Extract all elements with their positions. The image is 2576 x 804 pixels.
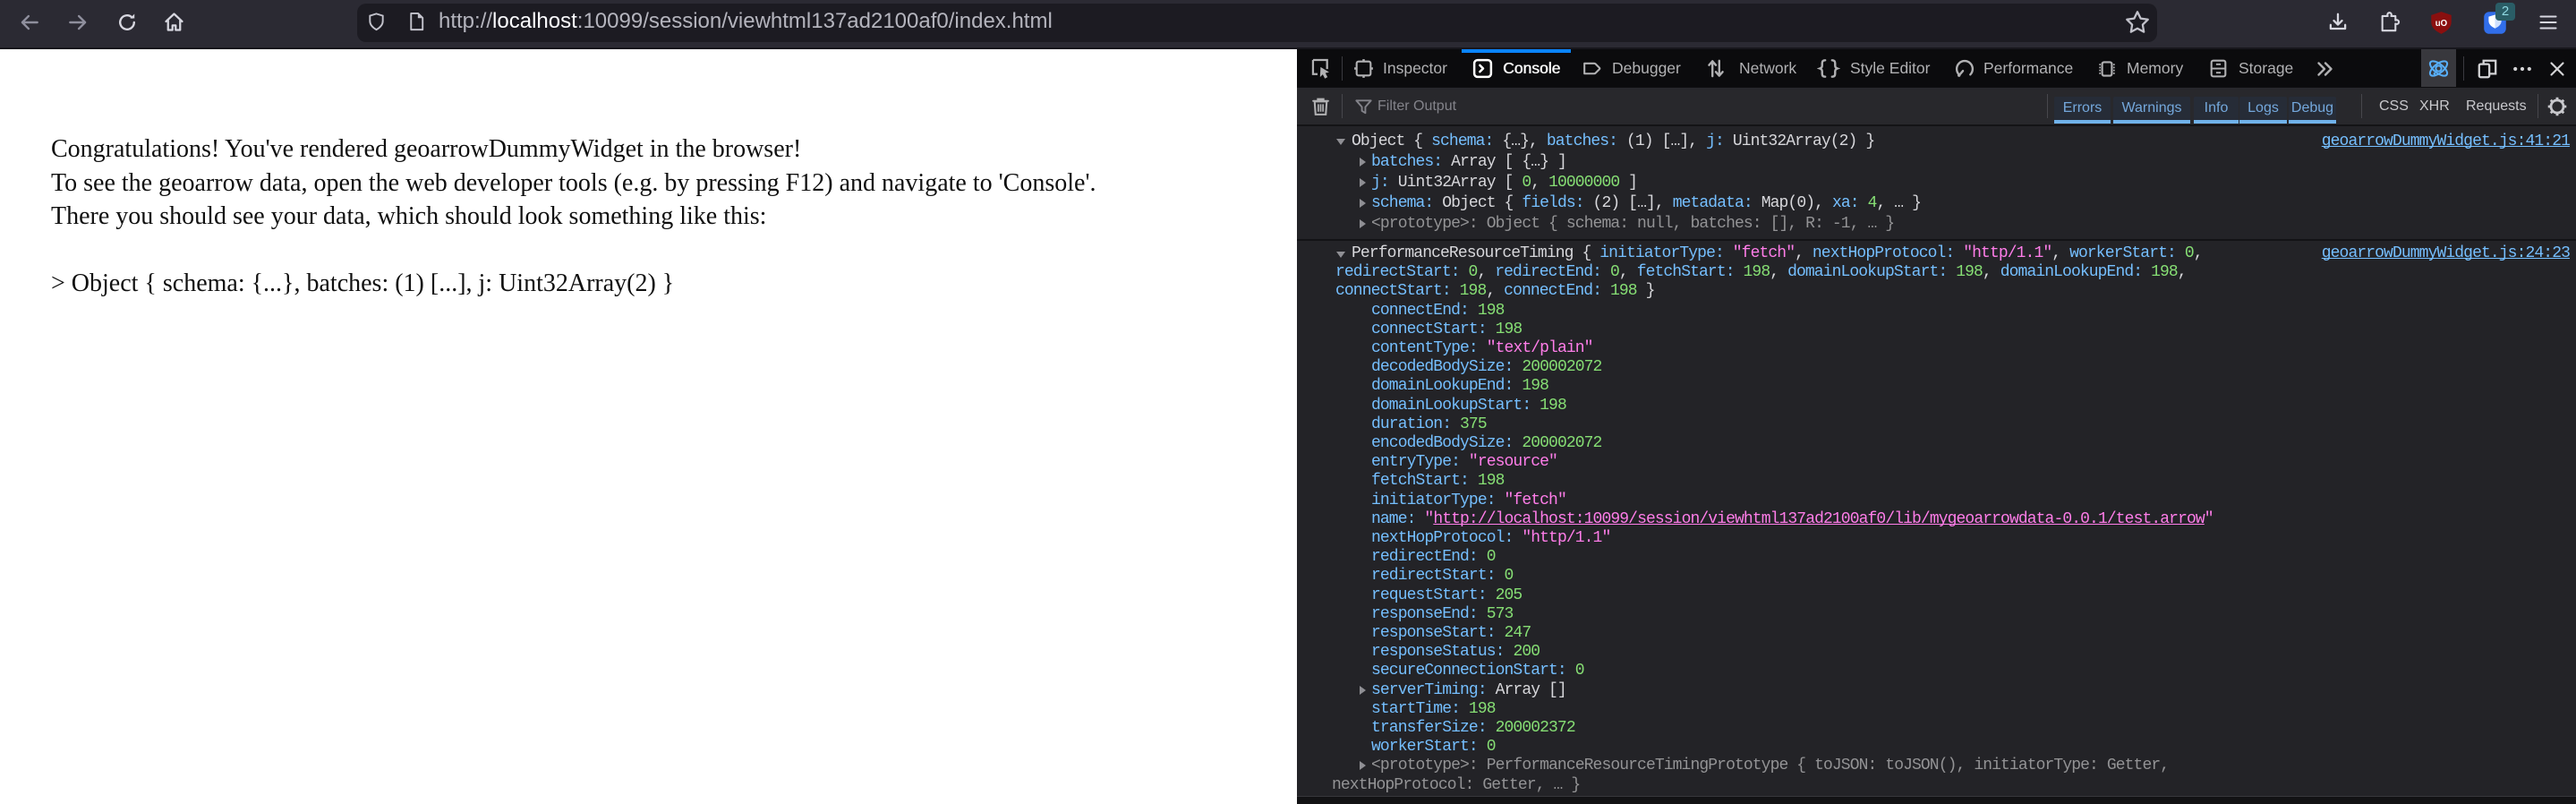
svg-text:uO: uO bbox=[2435, 19, 2448, 29]
